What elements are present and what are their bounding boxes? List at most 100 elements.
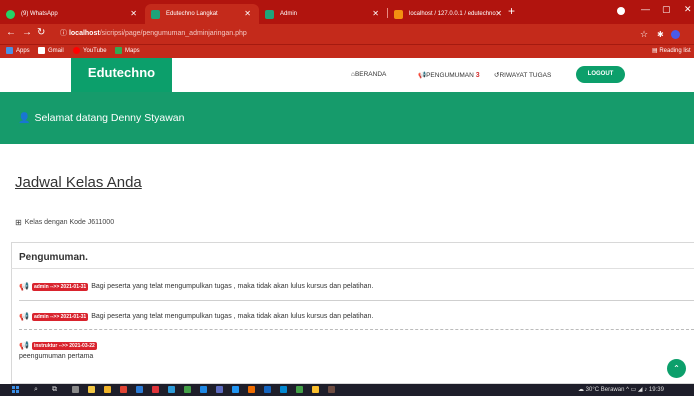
nav-pengumuman[interactable]: 📢 PENGUMUMAN 3 <box>418 71 480 80</box>
close-icon[interactable]: ✕ <box>372 9 379 18</box>
minimize-icon[interactable]: — <box>641 4 650 14</box>
nav-riwayat-tugas[interactable]: ↺ RIWAYAT TUGAS <box>494 71 552 80</box>
announcement-title: Pengumuman. <box>19 252 88 263</box>
profile-avatar-icon[interactable] <box>671 30 680 39</box>
author-date-badge: admin -->> 2021-01-31 <box>31 312 89 321</box>
megaphone-icon: 📢 <box>19 312 29 321</box>
tray-icons: ^ ▭ ◢ ♪ <box>626 387 649 393</box>
user-edit-icon: 👤 <box>18 112 31 124</box>
table-icon: ⊞ <box>15 218 22 227</box>
edge-icon[interactable] <box>136 386 143 393</box>
announcement-item: 📢 admin -->> 2021-01-31 Bagi peserta yan… <box>19 312 373 321</box>
announcement-text: Bagi peserta yang telat mengumpulkan tug… <box>91 283 374 290</box>
bookmark-label: Maps <box>125 47 140 54</box>
announcement-item: 📢 admin -->> 2021-01-31 Bagi peserta yan… <box>19 282 373 291</box>
tab-admin[interactable]: Admin ✕ <box>259 4 387 24</box>
url-host: localhost <box>68 30 100 37</box>
app-icon[interactable] <box>248 386 255 393</box>
app-icon[interactable] <box>232 386 239 393</box>
tab-phpmyadmin[interactable]: localhost / 127.0.0.1 / edutechno ✕ <box>388 4 506 24</box>
reload-icon[interactable]: ↻ <box>37 27 45 38</box>
whatsapp-icon <box>6 9 15 19</box>
tab-whatsapp[interactable]: (9) WhatsApp ✕ <box>0 4 145 24</box>
browser-tab-strip: (9) WhatsApp ✕ Edutechno Langkat ✕ Admin… <box>0 0 694 24</box>
bookmarks-bar: Apps Gmail YouTube Maps ▤ Reading list <box>0 44 694 58</box>
chrome-icon[interactable] <box>120 386 127 393</box>
app-icon[interactable] <box>264 386 271 393</box>
url-input[interactable]: ⓘ localhost/sicripsi/page/pengumuman_adm… <box>60 28 630 40</box>
app-icon[interactable] <box>216 386 223 393</box>
class-code-text: Kelas dengan Kode J611000 <box>24 219 115 226</box>
divider <box>19 300 694 301</box>
tab-label: (9) WhatsApp <box>21 11 58 17</box>
store-icon[interactable] <box>88 386 95 393</box>
clock: 19:39 <box>648 387 664 393</box>
back-arrow-icon[interactable]: ← <box>6 27 16 38</box>
search-icon[interactable]: ⌕ <box>34 384 38 396</box>
bookmark-apps[interactable]: Apps <box>6 47 30 54</box>
star-icon[interactable]: ☆ <box>640 29 648 40</box>
new-tab-plus-icon[interactable]: + <box>508 4 515 18</box>
bookmark-label: Apps <box>16 47 30 54</box>
nav-beranda[interactable]: ⌂ BERANDA <box>351 71 386 78</box>
app-icon[interactable] <box>184 386 191 393</box>
extensions-icon[interactable]: ✱ <box>657 30 664 39</box>
forward-arrow-icon[interactable]: → <box>22 27 32 38</box>
app-icon[interactable] <box>168 386 175 393</box>
edutechno-icon <box>265 9 274 19</box>
schedule-heading[interactable]: Jadwal Kelas Anda <box>15 174 142 191</box>
reading-list-label: Reading list <box>659 48 691 54</box>
announcement-item: 📢 instruktur -->> 2021-03-22 <box>19 341 100 350</box>
edutechno-icon <box>151 9 160 19</box>
nav-label: RIWAYAT TUGAS <box>499 71 552 79</box>
info-icon: ⓘ <box>60 30 67 37</box>
windows-start-icon[interactable] <box>12 386 19 393</box>
app-icon[interactable] <box>200 386 207 393</box>
bookmark-label: Gmail <box>48 47 64 54</box>
nav-label: PENGUMUMAN <box>426 71 474 79</box>
close-window-icon[interactable]: ✕ <box>684 4 692 15</box>
address-bar: ← → ↻ ⓘ localhost/sicripsi/page/pengumum… <box>0 24 694 44</box>
site-brand[interactable]: Edutechno <box>71 58 172 92</box>
bookmark-label: YouTube <box>83 47 107 54</box>
app-icon[interactable] <box>296 386 303 393</box>
app-icon[interactable] <box>280 386 287 393</box>
notification-count-badge: 3 <box>475 71 480 79</box>
phpmyadmin-icon <box>394 9 403 19</box>
megaphone-icon: 📢 <box>19 341 29 350</box>
divider <box>11 268 694 269</box>
bookmark-maps[interactable]: Maps <box>115 47 140 54</box>
file-explorer-icon[interactable] <box>104 386 111 393</box>
announcement-text: peengumuman pertama <box>19 353 94 360</box>
close-icon[interactable]: ✕ <box>130 9 137 18</box>
app-icon[interactable] <box>328 386 335 393</box>
close-icon[interactable]: ✕ <box>244 9 251 18</box>
maximize-icon[interactable]: ▢ <box>662 4 671 15</box>
tab-label: Admin <box>280 11 298 17</box>
close-icon[interactable]: ✕ <box>495 9 502 18</box>
profile-icon[interactable] <box>617 7 625 15</box>
welcome-text: Selamat datang Denny Styawan <box>34 112 185 124</box>
system-tray[interactable]: ☁ 30°C Berawan ^ ▭ ◢ ♪ 19:39 <box>578 384 664 396</box>
screen: (9) WhatsApp ✕ Edutechno Langkat ✕ Admin… <box>0 0 694 396</box>
tab-edutechno[interactable]: Edutechno Langkat ✕ <box>145 4 259 24</box>
megaphone-icon: 📢 <box>19 282 29 291</box>
maps-icon <box>115 47 122 54</box>
bookmark-youtube[interactable]: YouTube <box>73 47 107 54</box>
tab-label: localhost / 127.0.0.1 / edutechno <box>409 11 496 17</box>
gmail-icon <box>38 47 45 54</box>
scroll-to-top-button[interactable]: ⌃ <box>667 359 686 378</box>
url-path: /sicripsi/page/pengumuman_adminjaringan.… <box>99 30 247 37</box>
class-code-row: ⊞ Kelas dengan Kode J611000 <box>15 218 114 227</box>
megaphone-icon: 📢 <box>418 72 427 79</box>
widgets-icon[interactable] <box>72 386 79 393</box>
weather-text: 30°C Berawan <box>585 387 625 393</box>
bookmark-gmail[interactable]: Gmail <box>38 47 64 54</box>
reading-list[interactable]: ▤ Reading list <box>652 47 691 54</box>
app-icon[interactable] <box>312 386 319 393</box>
app-icon[interactable] <box>152 386 159 393</box>
logout-button[interactable]: LOGOUT <box>576 66 625 83</box>
tab-label: Edutechno Langkat <box>166 11 218 17</box>
announcement-text: Bagi peserta yang telat mengumpulkan tug… <box>91 313 374 320</box>
task-view-icon[interactable]: ⧉ <box>52 384 57 396</box>
